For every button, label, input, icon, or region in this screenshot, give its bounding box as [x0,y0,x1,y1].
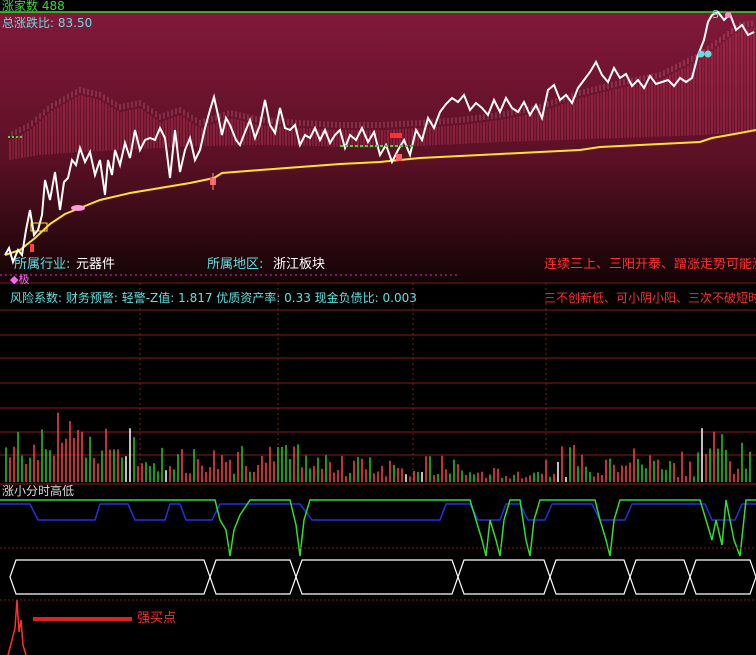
industry-label: 所属行业: [14,257,71,272]
small-red-marker [30,244,34,252]
top-mark: S [712,8,719,21]
chart-canvas [0,10,756,655]
right-note-2: 三不创新低、可小阴小阳、三次不破短时 [544,291,756,305]
indicator-title: 涨小分时高低 [2,484,75,498]
total-ratio: 总涨跌比: 83.50 [2,16,93,30]
peak-marker [725,12,731,18]
buy-label: 强买点 [137,611,177,626]
buy-spike [7,599,27,655]
hexagon-band [9,559,756,595]
risk-line: 风险系数: 财务预警: 轻警-Z值: 1.817 优质资产率: 0.33 现金负… [10,291,417,305]
right-note-1: 连续三上、三阳开泰、蹭涨走势可能涨停 [544,258,756,272]
pink-dot-marker [71,205,85,211]
rise-count-value: 488 [41,0,65,13]
region-value: 浙江板块 [273,257,326,272]
blue-indicator-line [0,503,756,521]
industry-value: 元器件 [76,257,116,272]
rise-count-label: 涨家数 488 [2,0,65,13]
low-marker: ◆极 [10,273,30,286]
total-ratio-value: 83.50 [57,16,93,30]
chart-stage: 涨家数 488 总涨跌比: 83.50 S 所属行业: 元器件 所属地区: 浙江… [0,0,756,655]
region-label: 所属地区: [207,257,264,272]
